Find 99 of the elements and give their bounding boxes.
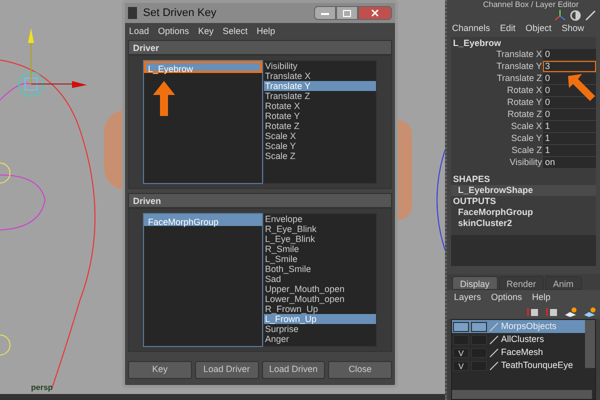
menu-item[interactable]: Channels [452,22,490,36]
new-layer-selected-icon[interactable] [583,307,596,317]
list-item[interactable]: Scale Y [264,141,376,151]
layer-name: TeathTounqueEye [501,358,574,372]
panel-title: Channel Box / Layer Editor [482,0,580,9]
channel-label: Scale X [510,121,543,132]
layer-row[interactable]: V FaceMesh [452,346,587,359]
list-item[interactable]: Anger [264,334,376,344]
list-item[interactable]: R_Eye_Blink [264,224,376,234]
section-heading: SHAPES [452,174,492,185]
list-item[interactable]: R_Frown_Up [264,304,376,314]
scrollbar[interactable] [452,390,592,399]
visibility-toggle[interactable]: V [453,360,469,370]
channel-label: Visibility [508,157,543,168]
channel-value[interactable]: on [543,157,596,168]
minimize-button[interactable] [314,6,336,20]
menu-item[interactable]: Edit [500,22,516,36]
layer-name: MorpsObjects [501,320,557,333]
channel-label: Translate Y [495,61,543,72]
menu-item[interactable]: Select [222,24,248,38]
channel-value[interactable]: 0 [543,49,596,60]
menu-item[interactable]: Options [158,24,190,38]
shape-item[interactable]: L_EyebrowShape [451,185,596,196]
maximize-icon [343,10,351,16]
channel-value[interactable]: 0 [543,109,596,120]
minimize-icon [321,12,329,14]
channel-label: Scale Y [510,133,543,144]
half-circle-icon[interactable] [570,10,581,20]
close-button[interactable] [358,6,392,20]
menu-item[interactable]: Object [526,22,552,36]
list-item[interactable]: Surprise [264,324,376,334]
layer-up-icon[interactable] [526,307,539,317]
list-item[interactable]: Translate X [264,71,376,81]
tab[interactable]: Render [498,276,544,290]
channel-label: Scale Z [510,145,543,156]
list-item[interactable]: Rotate Z [264,121,376,131]
menu-item[interactable]: Key [198,24,214,38]
section-header: Driver [128,40,392,55]
close-icon [371,9,379,17]
list-item[interactable]: L_Eye_Blink [264,234,376,244]
list-item[interactable]: Upper_Mouth_open [264,284,376,294]
dialog-button[interactable]: Load Driven [262,361,326,379]
list-item[interactable]: Visibility [264,61,376,71]
render-toggle[interactable] [471,334,487,344]
menu-item[interactable]: Show [562,22,584,36]
annotation-arrow [568,74,596,102]
visibility-toggle[interactable]: V [453,348,469,358]
channel-value[interactable]: 1 [543,145,596,156]
annotation-arrow [153,81,175,117]
app-icon [128,7,137,19]
menu-item[interactable]: Help [256,24,276,38]
channel-label: Rotate Y [506,97,543,108]
layer-name: FaceMesh [501,346,544,359]
tab[interactable]: Display [452,276,498,290]
list-item[interactable]: Rotate X [264,101,376,111]
list-item[interactable]: R_Smile [264,244,376,254]
channel-value[interactable]: 1 [543,121,596,132]
channel-label: Rotate Z [506,109,543,120]
list-item[interactable]: Both_Smile [264,264,376,274]
list-item[interactable]: L_Smile [264,254,376,264]
list-item[interactable]: Scale Z [264,151,376,161]
object-name: L_Eyebrow [452,37,502,49]
channel-value[interactable]: 1 [543,133,596,144]
menu-item[interactable]: Help [532,290,551,304]
maximize-button[interactable] [336,6,358,20]
render-toggle[interactable] [471,322,487,332]
camera-label: persp [31,382,53,394]
layer-down-icon[interactable] [545,307,558,317]
output-item[interactable]: FaceMorphGroup [451,207,596,218]
window-title: Set Driven Key [143,6,216,21]
channel-label: Translate Z [496,73,543,84]
menu-item[interactable]: Layers [454,290,482,304]
layer-row[interactable]: V TeathTounqueEye [452,359,587,372]
visibility-toggle[interactable] [453,334,469,344]
list-item[interactable]: Rotate Y [264,111,376,121]
output-item[interactable]: skinCluster2 [451,218,596,229]
dialog-button[interactable]: Key [128,361,192,379]
channel-label: Translate X [495,49,543,60]
section-header: Driven [128,193,392,208]
tab[interactable]: Anim [545,276,582,290]
list-item[interactable]: Envelope [264,214,376,224]
menu-item[interactable]: Options [491,290,522,304]
dialog-button[interactable]: Close [328,361,392,379]
list-item[interactable]: Sad [264,274,376,284]
scrollbar[interactable] [585,320,595,368]
axis-icon[interactable] [555,10,566,20]
new-layer-icon[interactable] [564,307,577,317]
list-item[interactable]: Lower_Mouth_open [264,294,376,304]
layer-row[interactable]: AllClusters [452,333,587,346]
layer-name: AllClusters [501,332,544,346]
visibility-toggle[interactable] [453,322,469,332]
menu-item[interactable]: Load [129,24,150,38]
channel-value[interactable]: 0 [543,97,596,108]
list-item[interactable]: Scale X [264,131,376,141]
list-item[interactable]: Translate Z [264,91,376,101]
dialog-button[interactable]: Load Driver [194,361,258,379]
section-heading: OUTPUTS [452,196,498,207]
channel-value[interactable]: 3 [543,61,596,72]
channel-label: Rotate X [506,85,543,96]
